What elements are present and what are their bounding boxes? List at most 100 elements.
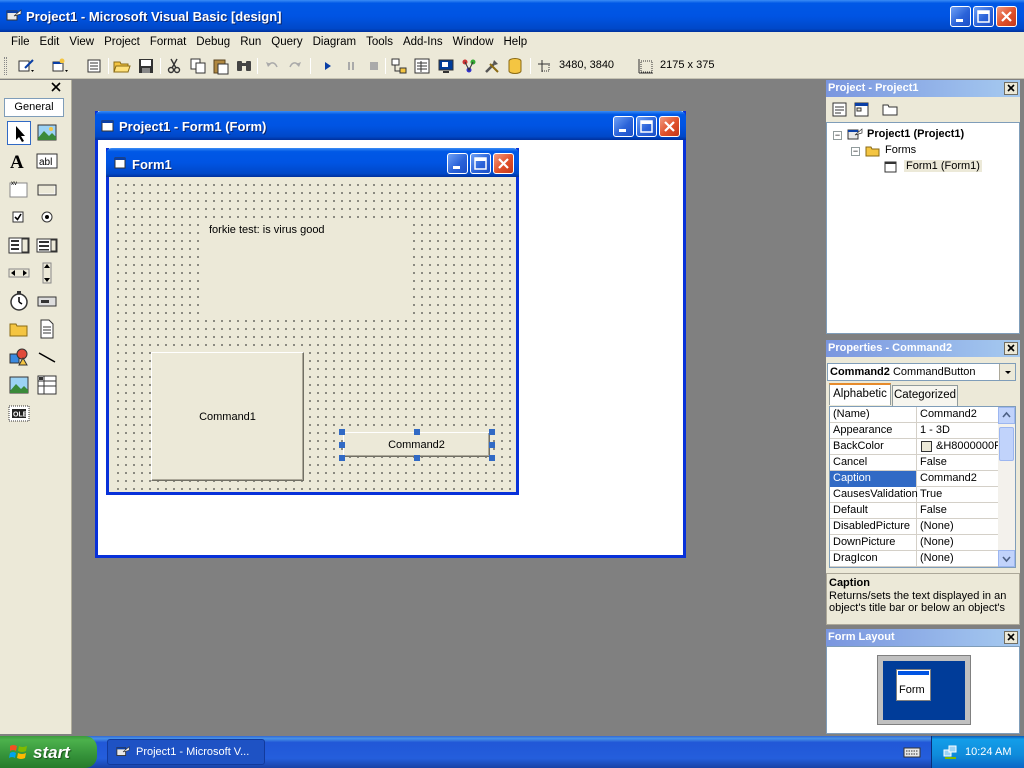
- form1-design-surface[interactable]: forkie test: is virus good Command1 Comm…: [111, 178, 516, 492]
- tool-frame[interactable]: xv: [7, 177, 31, 201]
- menu-format[interactable]: Format: [145, 33, 191, 52]
- properties-pane-title[interactable]: Properties - Command2: [826, 340, 1020, 357]
- menu-run[interactable]: Run: [235, 33, 266, 52]
- form-layout-close-button[interactable]: [1004, 631, 1018, 644]
- property-value[interactable]: False: [918, 455, 998, 471]
- tool-drivelistbox[interactable]: [35, 289, 59, 313]
- resize-handle[interactable]: [489, 455, 495, 461]
- property-row[interactable]: CausesValidation True: [830, 487, 998, 503]
- tool-textbox[interactable]: abl: [35, 149, 59, 173]
- resize-handle[interactable]: [339, 455, 345, 461]
- menu-diagram[interactable]: Diagram: [308, 33, 361, 52]
- designer-title-bar[interactable]: Project1 - Form1 (Form): [95, 111, 686, 140]
- break-button[interactable]: [341, 56, 361, 76]
- command2-button[interactable]: Command2: [343, 432, 490, 457]
- add-project-button[interactable]: [16, 56, 36, 76]
- resize-handle[interactable]: [339, 429, 345, 435]
- maximize-button[interactable]: [973, 6, 994, 27]
- combo-dropdown-button[interactable]: [999, 364, 1015, 380]
- property-value[interactable]: False: [918, 503, 998, 519]
- property-row[interactable]: DownPicture (None): [830, 535, 998, 551]
- main-title-bar[interactable]: Project1 - Microsoft Visual Basic [desig…: [0, 0, 1024, 32]
- tool-image[interactable]: [7, 373, 31, 397]
- tool-label[interactable]: A: [7, 149, 31, 173]
- tool-data[interactable]: [35, 373, 59, 397]
- project-explorer-button[interactable]: [389, 56, 409, 76]
- menu-editor-button[interactable]: [84, 56, 104, 76]
- property-value[interactable]: (None): [918, 551, 998, 567]
- scroll-up-button[interactable]: [998, 407, 1015, 424]
- tool-vscrollbar[interactable]: [35, 261, 59, 285]
- open-project-button[interactable]: [112, 56, 132, 76]
- tree-collapse-toggle[interactable]: −: [851, 147, 860, 156]
- start-button[interactable]: [318, 56, 338, 76]
- menu-add-ins[interactable]: Add-Ins: [398, 33, 448, 52]
- property-row[interactable]: Default False: [830, 503, 998, 519]
- property-value[interactable]: Command2: [918, 407, 998, 423]
- tree-collapse-toggle[interactable]: −: [833, 131, 842, 140]
- menu-window[interactable]: Window: [448, 33, 499, 52]
- menu-edit[interactable]: Edit: [35, 33, 65, 52]
- form1-window[interactable]: Form1 forkie test: is virus good Command…: [106, 148, 519, 495]
- close-button[interactable]: [996, 6, 1017, 27]
- resize-handle[interactable]: [414, 429, 420, 435]
- menu-file[interactable]: File: [6, 33, 35, 52]
- redo-button[interactable]: [285, 56, 305, 76]
- scroll-down-button[interactable]: [998, 550, 1015, 567]
- project-pane-close-button[interactable]: [1004, 82, 1018, 95]
- view-code-button[interactable]: [830, 100, 849, 119]
- property-value[interactable]: 1 - 3D: [918, 423, 998, 439]
- tab-alphabetic[interactable]: Alphabetic: [829, 383, 891, 405]
- toolbox-close-button[interactable]: [49, 81, 63, 94]
- tool-filelistbox[interactable]: [35, 317, 59, 341]
- tree-forms-folder[interactable]: Forms: [885, 144, 916, 156]
- tree-form1-item[interactable]: Form1 (Form1): [904, 160, 982, 172]
- scroll-thumb[interactable]: [999, 427, 1014, 461]
- data-view-button[interactable]: [505, 56, 525, 76]
- tool-listbox[interactable]: [35, 233, 59, 257]
- property-value[interactable]: (None): [918, 535, 998, 551]
- network-icon[interactable]: [942, 744, 958, 760]
- object-selector-combo[interactable]: Command2 CommandButton: [827, 363, 1016, 381]
- form-position-preview[interactable]: Form: [896, 669, 931, 701]
- property-row[interactable]: BackColor &H8000000F: [830, 439, 998, 455]
- designer-minimize-button[interactable]: [613, 116, 634, 137]
- tree-project-root[interactable]: Project1 (Project1): [867, 128, 964, 140]
- minimize-button[interactable]: [950, 6, 971, 27]
- add-form-button[interactable]: [50, 56, 70, 76]
- tab-categorized[interactable]: Categorized: [892, 385, 958, 406]
- properties-scrollbar[interactable]: [998, 407, 1015, 567]
- menu-tools[interactable]: Tools: [361, 33, 398, 52]
- object-browser-button[interactable]: [459, 56, 479, 76]
- cut-button[interactable]: [164, 56, 184, 76]
- property-row[interactable]: Appearance 1 - 3D: [830, 423, 998, 439]
- property-row-selected[interactable]: Caption Command2: [830, 471, 998, 487]
- label1-control[interactable]: forkie test: is virus good: [203, 224, 409, 320]
- form1-maximize-button[interactable]: [470, 153, 491, 174]
- tool-optionbutton[interactable]: [35, 205, 59, 229]
- start-button[interactable]: start: [0, 736, 97, 768]
- copy-button[interactable]: [188, 56, 208, 76]
- tool-pointer[interactable]: [7, 121, 31, 145]
- property-value[interactable]: Command2: [918, 471, 998, 487]
- tool-commandbutton[interactable]: [35, 177, 59, 201]
- property-value[interactable]: True: [918, 487, 998, 503]
- property-value[interactable]: &H8000000F: [918, 439, 998, 455]
- taskbar-item-vb[interactable]: Project1 - Microsoft V...: [107, 739, 265, 765]
- property-value[interactable]: (None): [918, 519, 998, 535]
- clock[interactable]: 10:24 AM: [965, 746, 1011, 758]
- menu-query[interactable]: Query: [266, 33, 307, 52]
- menu-project[interactable]: Project: [99, 33, 145, 52]
- find-button[interactable]: [234, 56, 254, 76]
- tool-combobox[interactable]: [7, 233, 31, 257]
- form1-minimize-button[interactable]: [447, 153, 468, 174]
- menu-help[interactable]: Help: [499, 33, 533, 52]
- view-object-button[interactable]: [852, 100, 871, 119]
- property-row[interactable]: (Name) Command2: [830, 407, 998, 423]
- tool-timer[interactable]: [7, 289, 31, 313]
- designer-close-button[interactable]: [659, 116, 680, 137]
- toolbox-tab-general[interactable]: General: [4, 98, 64, 117]
- resize-handle[interactable]: [339, 442, 345, 448]
- form1-close-button[interactable]: [493, 153, 514, 174]
- tool-picturebox[interactable]: [35, 121, 59, 145]
